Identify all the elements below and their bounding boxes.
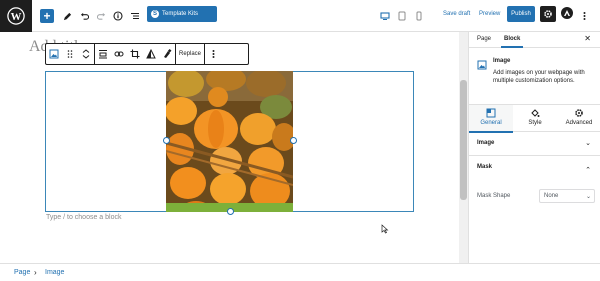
template-kits-button[interactable]: S Template Kits (147, 6, 217, 22)
sidebar-tabs: Page Block ✕ (469, 32, 600, 48)
general-icon (486, 108, 496, 118)
mobile-preview-icon[interactable] (414, 7, 424, 25)
list-view-icon[interactable] (129, 7, 141, 25)
resize-handle-right[interactable] (290, 137, 297, 144)
replace-button[interactable]: Replace (179, 51, 201, 57)
save-draft-button[interactable]: Save draft (443, 11, 470, 17)
breadcrumb-image[interactable]: Image (45, 269, 64, 276)
panel-image[interactable]: Image ⌄ (469, 132, 600, 156)
pumpkin-image[interactable] (166, 71, 293, 212)
astra-logo-icon[interactable] (561, 7, 573, 19)
drag-handle-icon[interactable] (65, 49, 75, 59)
desktop-preview-icon[interactable] (379, 7, 391, 25)
block-appender-hint[interactable]: Type / to choose a block (46, 214, 122, 221)
chevron-up-icon: ⌃ (585, 167, 591, 174)
resize-handle-bottom[interactable] (227, 208, 234, 215)
chevron-down-icon: ⌄ (585, 194, 591, 200)
image-block-icon[interactable] (49, 49, 59, 59)
tab-advanced[interactable]: Advanced (557, 108, 600, 126)
block-card-description: Add images on your webpage with multiple… (493, 70, 585, 84)
svg-text:W: W (11, 11, 22, 23)
preview-button[interactable]: Preview (479, 11, 500, 17)
template-kits-icon: S (151, 10, 159, 18)
mask-shape-label: Mask Shape (477, 193, 511, 199)
mask-shape-value: None (544, 193, 559, 199)
block-toolbar-section-tools (95, 44, 176, 64)
align-icon[interactable] (98, 49, 108, 59)
more-options-icon[interactable] (580, 7, 588, 25)
top-toolbar: W + S Template Kits Save draft Preview P… (0, 0, 600, 32)
pencil-icon[interactable] (61, 7, 73, 25)
mouse-pointer-icon (381, 224, 389, 234)
gear-icon (574, 108, 584, 118)
duotone-icon[interactable] (146, 49, 156, 59)
add-block-button[interactable]: + (40, 9, 54, 23)
redo-icon[interactable] (95, 7, 107, 25)
tab-style-label: Style (528, 120, 542, 126)
block-toolbar: Replace (45, 43, 249, 65)
tab-style[interactable]: Style (513, 108, 557, 126)
move-up-down-icon[interactable] (81, 49, 91, 59)
panel-mask-title: Mask (477, 164, 493, 170)
chevron-down-icon: ⌄ (585, 140, 591, 147)
canvas-scrollbar-thumb[interactable] (460, 80, 467, 200)
settings-sidebar: Page Block ✕ Image Add images on your we… (468, 32, 600, 263)
mask-shape-select[interactable]: None ⌄ (539, 189, 595, 203)
info-icon[interactable] (112, 7, 124, 25)
block-card-title: Image (493, 58, 511, 64)
tab-block-indicator (501, 46, 523, 48)
crop-icon[interactable] (130, 49, 140, 59)
chevron-right-icon: › (34, 268, 37, 277)
tablet-preview-icon[interactable] (397, 7, 407, 25)
block-toolbar-section-more (205, 44, 221, 64)
undo-icon[interactable] (78, 7, 90, 25)
template-kits-label: Template Kits (162, 11, 199, 17)
tab-page[interactable]: Page (477, 36, 491, 42)
tab-general[interactable]: General (469, 105, 513, 131)
publish-button[interactable]: Publish (507, 6, 535, 22)
resize-handle-left[interactable] (163, 137, 170, 144)
breadcrumb-page[interactable]: Page (14, 269, 30, 276)
tab-general-label: General (480, 120, 502, 126)
text-overlay-icon[interactable] (162, 49, 172, 59)
style-icon (530, 108, 540, 118)
inspector-tabs: General Style Advanced (469, 104, 600, 133)
block-options-icon[interactable] (208, 49, 218, 59)
settings-gear-icon[interactable] (540, 6, 556, 22)
wordpress-logo-icon[interactable]: W (0, 0, 32, 32)
tab-block[interactable]: Block (504, 36, 520, 42)
close-icon[interactable]: ✕ (584, 34, 591, 43)
tab-advanced-label: Advanced (565, 120, 593, 126)
panel-mask[interactable]: Mask ⌃ (469, 156, 600, 180)
image-block-icon (477, 57, 487, 70)
block-toolbar-section-type (46, 44, 95, 64)
block-toolbar-section-replace: Replace (176, 44, 206, 64)
panel-image-title: Image (477, 140, 495, 146)
breadcrumb: Page › Image (0, 263, 600, 281)
link-icon[interactable] (114, 49, 124, 59)
